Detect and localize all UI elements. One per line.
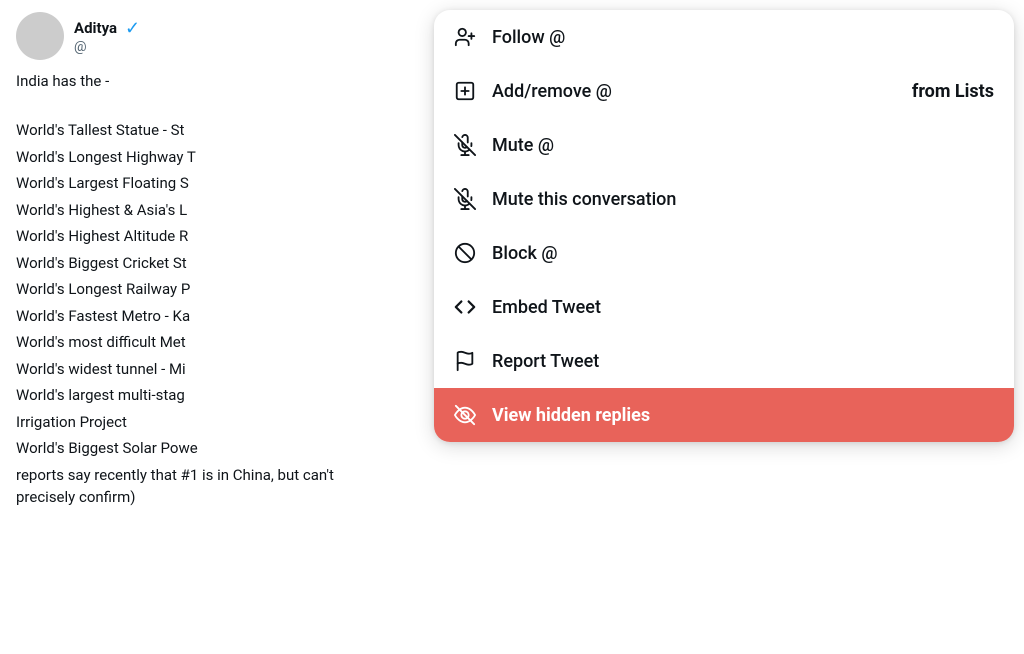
- mute-convo-icon: [454, 188, 476, 210]
- menu-item-view-hidden[interactable]: View hidden replies: [434, 388, 1014, 442]
- menu-item-block[interactable]: Block @: [434, 226, 1014, 280]
- add-remove-label: Add/remove @: [492, 81, 896, 102]
- tweet-line-6: World's Longest Railway P: [16, 278, 356, 301]
- menu-item-mute-convo[interactable]: Mute this conversation: [434, 172, 1014, 226]
- menu-item-add-remove[interactable]: Add/remove @ from Lists: [434, 64, 1014, 118]
- user-info: Aditya ✓ @: [74, 18, 140, 55]
- mute-label: Mute @: [492, 135, 994, 156]
- mute-convo-label: Mute this conversation: [492, 189, 994, 210]
- list-add-icon: [454, 80, 476, 102]
- handle: @: [74, 39, 140, 55]
- menu-item-embed[interactable]: Embed Tweet: [434, 280, 1014, 334]
- tweet-line-12: World's Biggest Solar Powe: [16, 437, 356, 460]
- from-lists-label: from Lists: [912, 81, 994, 102]
- tweet-content: India has the - World's Tallest Statue -…: [16, 70, 356, 509]
- tweet-line-2: World's Largest Floating S: [16, 172, 356, 195]
- tweet-line-3: World's Highest & Asia's L: [16, 199, 356, 222]
- tweet-line-10: World's largest multi-stag: [16, 384, 356, 407]
- tweet-line-13: reports say recently that #1 is in China…: [16, 464, 356, 509]
- view-hidden-label: View hidden replies: [492, 405, 994, 426]
- block-label: Block @: [492, 243, 994, 264]
- follow-label: Follow @: [492, 27, 994, 48]
- mute-icon: [454, 134, 476, 156]
- menu-item-follow[interactable]: Follow @: [434, 10, 1014, 64]
- hidden-replies-icon: [454, 404, 476, 426]
- flag-icon: [454, 350, 476, 372]
- tweet-line-11: Irrigation Project: [16, 411, 356, 434]
- menu-item-mute[interactable]: Mute @: [434, 118, 1014, 172]
- block-icon: [454, 242, 476, 264]
- report-label: Report Tweet: [492, 351, 994, 372]
- embed-label: Embed Tweet: [492, 297, 994, 318]
- tweet-intro: India has the -: [16, 70, 356, 93]
- person-add-icon: [454, 26, 476, 48]
- tweet-line-4: World's Highest Altitude R: [16, 225, 356, 248]
- tweet-line-0: World's Tallest Statue - St: [16, 119, 356, 142]
- username: Aditya: [74, 19, 117, 37]
- menu-item-report[interactable]: Report Tweet: [434, 334, 1014, 388]
- embed-icon: [454, 296, 476, 318]
- tweet-line-9: World's widest tunnel - Mi: [16, 358, 356, 381]
- dropdown-menu: Follow @ Add/remove @ from Lists: [434, 10, 1014, 442]
- avatar: [16, 12, 64, 60]
- tweet-line-8: World's most difficult Met: [16, 331, 356, 354]
- tweet-line-5: World's Biggest Cricket St: [16, 252, 356, 275]
- verified-badge: ✓: [125, 18, 140, 39]
- tweet-container: Aditya ✓ @ India has the - World's Talle…: [0, 0, 1024, 525]
- tweet-line-1: World's Longest Highway T: [16, 146, 356, 169]
- tweet-line-7: World's Fastest Metro - Ka: [16, 305, 356, 328]
